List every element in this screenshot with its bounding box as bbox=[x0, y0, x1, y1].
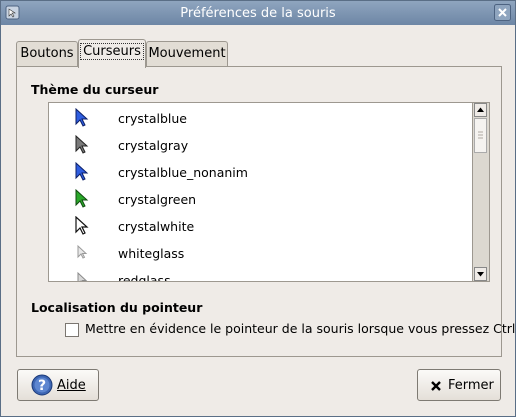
svg-text:?: ? bbox=[38, 378, 46, 394]
cursor-theme-heading: Thème du curseur bbox=[31, 82, 159, 97]
preferences-window: Préférences de la souris Boutons Curseur… bbox=[0, 0, 516, 417]
close-window-icon[interactable] bbox=[494, 4, 511, 21]
item-label: redglass bbox=[118, 273, 171, 282]
green-arrow-cursor-icon bbox=[75, 189, 89, 208]
close-button-label: Fermer bbox=[448, 378, 494, 393]
thumb-grip-icon bbox=[478, 131, 483, 139]
scroll-up-button[interactable] bbox=[474, 103, 487, 117]
scroll-thumb[interactable] bbox=[474, 118, 487, 153]
arrow-up-icon bbox=[477, 107, 484, 112]
item-label: crystalblue_nonanim bbox=[118, 165, 248, 180]
list-item[interactable]: crystalblue_nonanim bbox=[49, 159, 469, 186]
list-scrollbar[interactable] bbox=[472, 103, 489, 281]
tab-label: Boutons bbox=[20, 46, 74, 61]
pointer-location-heading: Localisation du pointeur bbox=[31, 300, 203, 315]
list-item[interactable]: crystalwhite bbox=[49, 213, 469, 240]
arrow-down-icon bbox=[477, 272, 484, 277]
list-item[interactable]: whiteglass bbox=[49, 240, 469, 267]
close-button[interactable]: Fermer bbox=[417, 369, 501, 401]
list-item[interactable]: crystalgreen bbox=[49, 186, 469, 213]
list-item[interactable]: redglass bbox=[49, 267, 469, 282]
tab-curseurs[interactable]: Curseurs bbox=[78, 39, 146, 68]
item-label: crystalblue bbox=[118, 111, 187, 126]
blue-arrow-cursor-icon bbox=[75, 108, 89, 127]
list-item[interactable]: crystalgray bbox=[49, 132, 469, 159]
gray-arrow-cursor-icon bbox=[75, 135, 89, 154]
highlight-pointer-label[interactable]: Mettre en évidence le pointeur de la sou… bbox=[85, 321, 515, 336]
item-label: whiteglass bbox=[118, 246, 185, 261]
tab-mouvement[interactable]: Mouvement bbox=[146, 41, 228, 66]
title-bar[interactable]: Préférences de la souris bbox=[1, 1, 515, 25]
curseurs-panel: Thème du curseur crystalblue crystalgray… bbox=[16, 66, 515, 357]
window-title: Préférences de la souris bbox=[180, 6, 336, 21]
tab-label: Mouvement bbox=[148, 46, 226, 61]
help-icon: ? bbox=[31, 374, 53, 396]
item-label: crystalwhite bbox=[118, 219, 195, 234]
scroll-down-button[interactable] bbox=[474, 267, 487, 281]
help-button-label: Aide bbox=[57, 378, 86, 393]
blue-arrow-cursor-icon bbox=[75, 162, 89, 181]
cursor-theme-list[interactable]: crystalblue crystalgray crystalblue_nona… bbox=[48, 102, 490, 282]
item-label: crystalgreen bbox=[118, 192, 197, 207]
item-label: crystalgray bbox=[118, 138, 189, 153]
help-button[interactable]: ? Aide bbox=[17, 369, 99, 401]
list-item[interactable]: crystalblue bbox=[49, 105, 469, 132]
highlight-pointer-checkbox[interactable] bbox=[65, 323, 79, 337]
white-arrow-cursor-icon bbox=[75, 216, 89, 235]
tab-boutons[interactable]: Boutons bbox=[16, 41, 78, 66]
close-icon bbox=[431, 381, 441, 391]
whiteglass-arrow-cursor-icon bbox=[77, 244, 88, 259]
tab-label: Curseurs bbox=[80, 43, 144, 60]
redglass-arrow-cursor-icon bbox=[77, 271, 88, 281]
